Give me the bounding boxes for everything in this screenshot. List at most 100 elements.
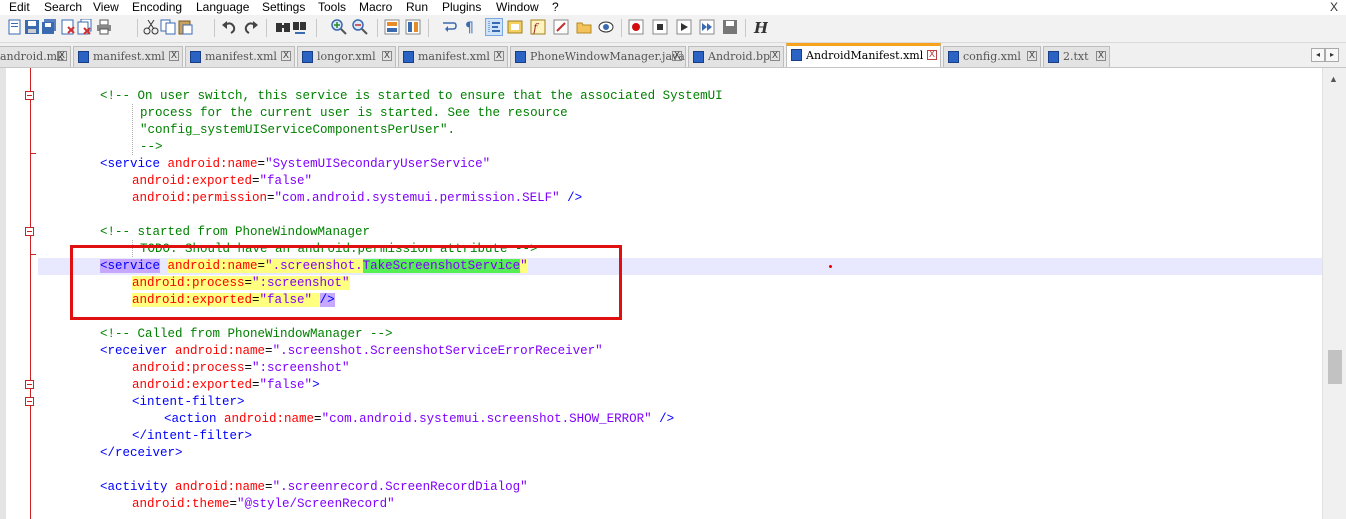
tab-label: manifest.xml xyxy=(93,50,165,63)
close-tab-icon[interactable]: X xyxy=(1096,51,1106,61)
undo-icon[interactable] xyxy=(221,19,237,35)
tab-android-bp[interactable]: Android.bp X xyxy=(688,46,784,67)
save-icon[interactable] xyxy=(24,19,40,35)
attribute-name: android:name xyxy=(175,344,266,358)
close-tab-icon[interactable]: X xyxy=(494,51,504,61)
find-icon[interactable] xyxy=(275,19,291,35)
code-line: <activity android:name=".screenrecord.Sc… xyxy=(100,479,528,496)
attribute-name: android:exported xyxy=(132,174,253,188)
menu-window[interactable]: Window xyxy=(496,0,539,14)
scroll-up-icon[interactable]: ▲ xyxy=(1329,74,1338,84)
fold-toggle-icon[interactable] xyxy=(25,91,34,100)
fold-toggle-icon[interactable] xyxy=(25,227,34,236)
tab-manifest-xml-2[interactable]: manifest.xml X xyxy=(185,46,295,67)
tab-label: AndroidManifest.xml xyxy=(806,49,924,62)
file-icon xyxy=(948,51,959,63)
close-tab-icon[interactable]: X xyxy=(1027,51,1037,61)
tag-name: <receiver xyxy=(100,344,168,358)
stop-macro-icon[interactable] xyxy=(652,19,668,35)
redo-icon[interactable] xyxy=(243,19,259,35)
zoom-out-icon[interactable] xyxy=(352,19,368,35)
run-macro-multiple-icon[interactable] xyxy=(699,19,715,35)
file-icon xyxy=(78,51,89,63)
menu-macro[interactable]: Macro xyxy=(359,0,392,14)
menu-tools[interactable]: Tools xyxy=(318,0,346,14)
code-line: </receiver> xyxy=(100,445,183,462)
annotation-highlight-box xyxy=(70,245,622,320)
copy-icon[interactable] xyxy=(160,19,176,35)
menu-settings[interactable]: Settings xyxy=(262,0,305,14)
tab-manifest-xml-3[interactable]: manifest.xml X xyxy=(398,46,508,67)
sync-h-icon[interactable] xyxy=(405,19,421,35)
function-list-icon[interactable]: f xyxy=(530,19,546,35)
code-line: <action android:name="com.android.system… xyxy=(164,411,674,428)
equals-sign: = xyxy=(265,480,273,494)
save-all-icon[interactable] xyxy=(41,19,57,35)
scroll-thumb[interactable] xyxy=(1328,350,1342,384)
close-file-icon[interactable] xyxy=(60,19,76,35)
tab-scroll-right-button[interactable]: ▸ xyxy=(1325,48,1339,62)
function-list-icon[interactable] xyxy=(553,19,569,35)
close-document-button[interactable]: X xyxy=(1330,0,1338,14)
menu-edit[interactable]: Edit xyxy=(9,0,30,14)
attribute-name: android:exported xyxy=(132,378,253,392)
tab-scroll-left-button[interactable]: ◂ xyxy=(1311,48,1325,62)
tab-config-xml[interactable]: config.xml X xyxy=(943,46,1041,67)
monitor-icon[interactable] xyxy=(598,19,614,35)
close-tab-icon[interactable]: X xyxy=(770,51,780,61)
menu-help[interactable]: ? xyxy=(552,0,559,14)
close-tab-icon[interactable]: X xyxy=(281,51,291,61)
close-tab-icon[interactable]: X xyxy=(927,50,937,60)
cut-icon[interactable] xyxy=(143,19,159,35)
close-tab-icon[interactable]: X xyxy=(169,51,179,61)
toolbar: ¶ f H xyxy=(0,15,1346,43)
word-wrap-icon[interactable] xyxy=(441,19,457,35)
close-tab-icon[interactable]: X xyxy=(382,51,392,61)
zoom-in-icon[interactable] xyxy=(331,19,347,35)
code-line: </intent-filter> xyxy=(132,428,252,445)
folder-workspace-icon[interactable] xyxy=(576,19,592,35)
play-macro-icon[interactable] xyxy=(676,19,692,35)
fold-toggle-icon[interactable] xyxy=(25,397,34,406)
menu-search[interactable]: Search xyxy=(44,0,82,14)
menu-run[interactable]: Run xyxy=(406,0,428,14)
tab-label: config.xml xyxy=(963,50,1021,63)
close-tab-icon[interactable]: X xyxy=(672,51,682,61)
close-all-icon[interactable] xyxy=(77,19,93,35)
file-icon xyxy=(1048,51,1059,63)
tab-longor-xml[interactable]: longor.xml X xyxy=(297,46,396,67)
tab-2-txt[interactable]: 2.txt X xyxy=(1043,46,1110,67)
toolbar-separator xyxy=(428,19,429,37)
menu-view[interactable]: View xyxy=(93,0,119,14)
close-tab-icon[interactable]: X xyxy=(57,51,67,61)
menu-language[interactable]: Language xyxy=(196,0,249,14)
fold-toggle-icon[interactable] xyxy=(25,380,34,389)
equals-sign: = xyxy=(314,412,322,426)
doc-map-icon[interactable] xyxy=(507,19,523,35)
tab-phonewindowmanager-java[interactable]: PhoneWindowManager.java X xyxy=(510,46,686,67)
indent-guide-icon[interactable] xyxy=(485,18,503,36)
open-file-icon[interactable] xyxy=(7,19,23,35)
show-all-chars-icon[interactable]: ¶ xyxy=(462,19,478,35)
replace-icon[interactable] xyxy=(292,19,308,35)
tab-androidmanifest-xml[interactable]: AndroidManifest.xml X xyxy=(786,43,941,67)
sync-v-icon[interactable] xyxy=(384,19,400,35)
save-macro-icon[interactable] xyxy=(722,19,738,35)
record-macro-icon[interactable] xyxy=(628,19,644,35)
vertical-scrollbar[interactable]: ▲ xyxy=(1322,68,1346,519)
tab-manifest-xml-1[interactable]: manifest.xml X xyxy=(73,46,183,67)
toolbar-separator xyxy=(137,19,138,37)
hex-editor-icon[interactable]: H xyxy=(752,19,768,35)
attribute-value: "SystemUISecondaryUserService" xyxy=(265,157,491,171)
print-icon[interactable] xyxy=(96,19,112,35)
tab-label: Android.bp xyxy=(708,50,771,63)
menu-encoding[interactable]: Encoding xyxy=(132,0,182,14)
tab-label: manifest.xml xyxy=(418,50,490,63)
paste-icon[interactable] xyxy=(177,19,193,35)
tab-label: 2.txt xyxy=(1063,50,1089,63)
attribute-value: ":screenshot" xyxy=(252,361,350,375)
tab-android-mk[interactable]: android.mk X xyxy=(0,46,71,67)
tab-bar: android.mk X manifest.xml X manifest.xml X … xyxy=(0,43,1346,68)
comment-text: <!-- On user switch, this service is sta… xyxy=(100,89,723,103)
menu-plugins[interactable]: Plugins xyxy=(442,0,481,14)
